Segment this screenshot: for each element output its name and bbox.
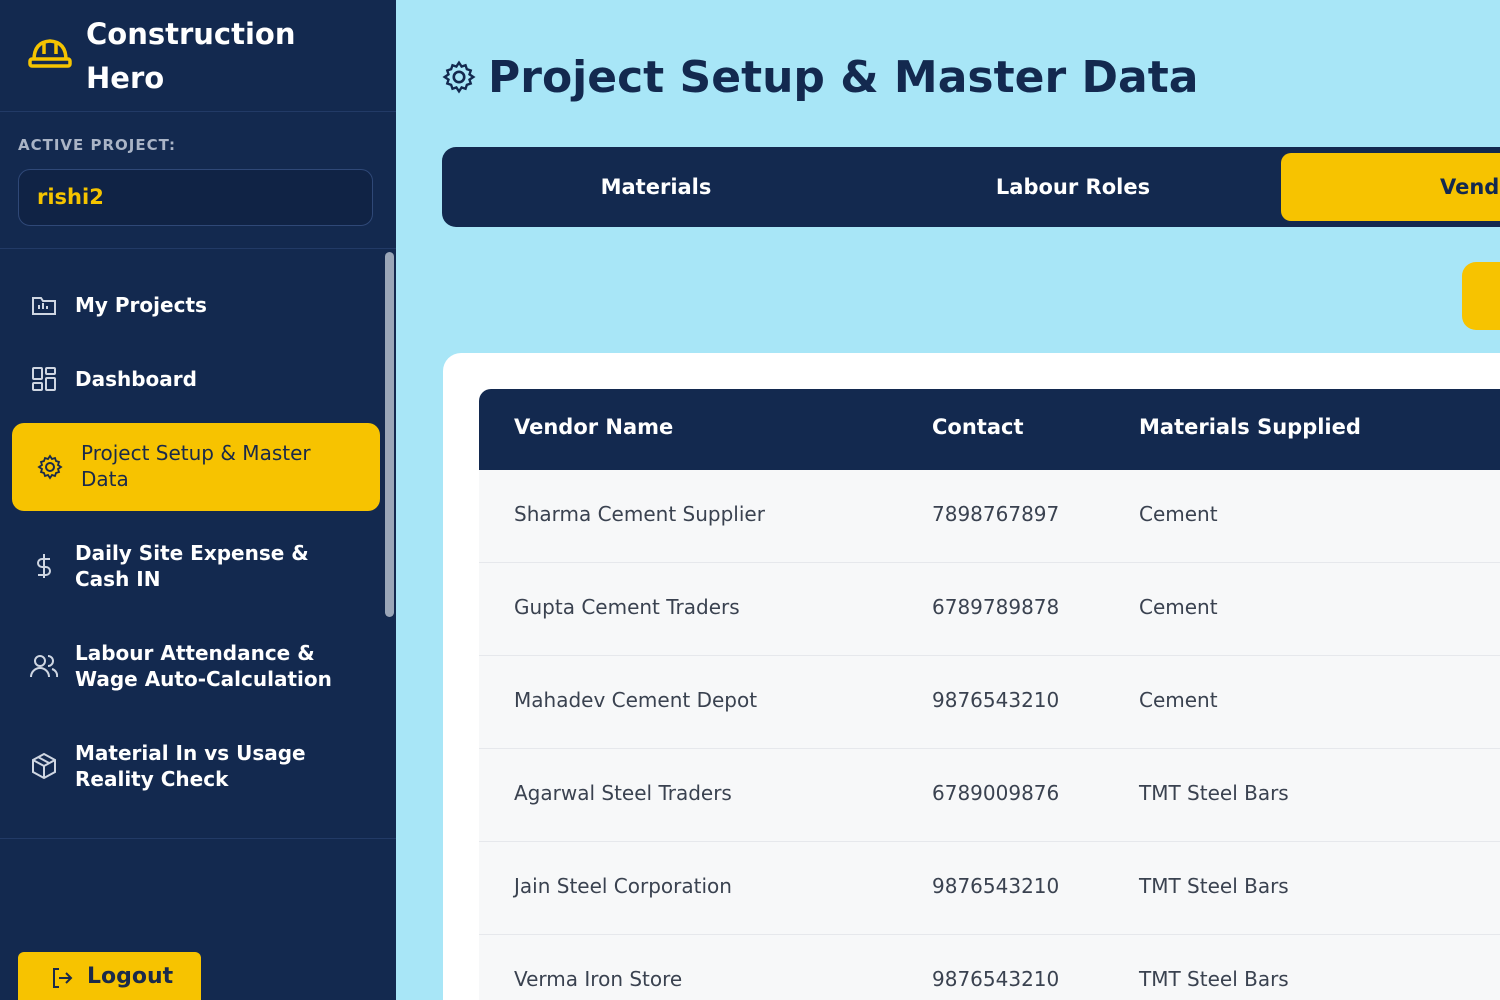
active-project-selector[interactable]: rishi2 bbox=[18, 169, 373, 226]
page-title: Project Setup & Master Data bbox=[488, 52, 1199, 103]
tab-materials[interactable]: Materials bbox=[442, 153, 870, 221]
brand-title-line1: Construction bbox=[86, 17, 296, 51]
sidebar-item-dashboard[interactable]: Dashboard bbox=[12, 354, 380, 404]
sidebar-item-my-projects[interactable]: My Projects bbox=[12, 280, 380, 330]
sidebar-item-label: My Projects bbox=[75, 293, 207, 317]
gear-icon bbox=[442, 60, 476, 94]
folder-icon bbox=[30, 291, 58, 319]
brand: Construction Hero bbox=[0, 0, 396, 112]
tab-vendors[interactable]: Vend bbox=[1281, 153, 1500, 221]
active-project-value: rishi2 bbox=[37, 185, 104, 209]
divider bbox=[0, 838, 396, 839]
divider bbox=[0, 248, 396, 249]
cell-contact: 9876543210 bbox=[932, 967, 1060, 991]
sidebar: Construction Hero ACTIVE PROJECT: rishi2… bbox=[0, 0, 396, 1000]
cell-materials: TMT Steel Bars bbox=[1139, 874, 1289, 898]
cell-vendor-name: Agarwal Steel Traders bbox=[514, 781, 732, 805]
active-project-label: ACTIVE PROJECT: bbox=[18, 136, 177, 154]
cell-vendor-name: Gupta Cement Traders bbox=[514, 595, 740, 619]
table-row[interactable]: Verma Iron Store 9876543210 TMT Steel Ba… bbox=[479, 935, 1500, 1000]
add-vendor-button[interactable] bbox=[1462, 262, 1500, 330]
table-row[interactable]: Mahadev Cement Depot 9876543210 Cement bbox=[479, 656, 1500, 749]
sidebar-item-label: Daily Site Expense & Cash IN bbox=[75, 541, 309, 591]
sidebar-item-labour-attendance[interactable]: Labour Attendance & Wage Auto-Calculatio… bbox=[12, 630, 380, 702]
logout-label: Logout bbox=[87, 964, 174, 989]
cell-vendor-name: Sharma Cement Supplier bbox=[514, 502, 765, 526]
brand-title-line2: Hero bbox=[86, 61, 165, 95]
cell-materials: Cement bbox=[1139, 688, 1218, 712]
sidebar-item-project-setup[interactable]: Project Setup & Master Data bbox=[12, 423, 380, 511]
table-row[interactable]: Sharma Cement Supplier 7898767897 Cement bbox=[479, 470, 1500, 563]
cell-contact: 6789009876 bbox=[932, 781, 1060, 805]
sidebar-item-label: Labour Attendance & Wage Auto-Calculatio… bbox=[75, 641, 332, 691]
cell-materials: Cement bbox=[1139, 595, 1218, 619]
table-row[interactable]: Gupta Cement Traders 6789789878 Cement bbox=[479, 563, 1500, 656]
logout-icon bbox=[50, 966, 74, 990]
tab-labour-roles[interactable]: Labour Roles bbox=[870, 153, 1276, 221]
cell-vendor-name: Jain Steel Corporation bbox=[514, 874, 732, 898]
cell-materials: Cement bbox=[1139, 502, 1218, 526]
cell-contact: 9876543210 bbox=[932, 688, 1060, 712]
column-header-contact[interactable]: Contact bbox=[932, 415, 1024, 439]
dollar-icon bbox=[30, 552, 58, 580]
package-icon bbox=[30, 752, 58, 780]
column-header-vendor-name[interactable]: Vendor Name bbox=[514, 415, 673, 439]
column-header-materials-supplied[interactable]: Materials Supplied bbox=[1139, 415, 1361, 439]
cell-contact: 7898767897 bbox=[932, 502, 1060, 526]
sidebar-item-material-check[interactable]: Material In vs Usage Reality Check bbox=[12, 730, 380, 802]
sidebar-item-label: Material In vs Usage Reality Check bbox=[75, 741, 306, 791]
sidebar-item-label: Project Setup & Master Data bbox=[81, 441, 311, 491]
sidebar-item-label: Dashboard bbox=[75, 367, 197, 391]
logout-button[interactable]: Logout bbox=[18, 952, 201, 1000]
table-row[interactable]: Agarwal Steel Traders 6789009876 TMT Ste… bbox=[479, 749, 1500, 842]
sidebar-item-daily-expense[interactable]: Daily Site Expense & Cash IN bbox=[12, 530, 380, 602]
table-header: Vendor Name Contact Materials Supplied bbox=[479, 389, 1500, 470]
cell-vendor-name: Verma Iron Store bbox=[514, 967, 683, 991]
cell-contact: 9876543210 bbox=[932, 874, 1060, 898]
hardhat-icon bbox=[28, 32, 72, 72]
users-icon bbox=[30, 652, 58, 680]
brand-title: Construction Hero bbox=[86, 12, 366, 100]
cell-materials: TMT Steel Bars bbox=[1139, 967, 1289, 991]
vendors-card: Vendor Name Contact Materials Supplied S… bbox=[443, 353, 1500, 1000]
tab-bar: Materials Labour Roles Vend bbox=[442, 147, 1500, 227]
table-row[interactable]: Jain Steel Corporation 9876543210 TMT St… bbox=[479, 842, 1500, 935]
sidebar-scrollbar[interactable] bbox=[385, 252, 394, 617]
cell-vendor-name: Mahadev Cement Depot bbox=[514, 688, 758, 712]
gear-icon bbox=[36, 453, 64, 481]
cell-materials: TMT Steel Bars bbox=[1139, 781, 1289, 805]
vendors-table: Vendor Name Contact Materials Supplied S… bbox=[479, 389, 1500, 1000]
grid-icon bbox=[30, 365, 58, 393]
cell-contact: 6789789878 bbox=[932, 595, 1060, 619]
